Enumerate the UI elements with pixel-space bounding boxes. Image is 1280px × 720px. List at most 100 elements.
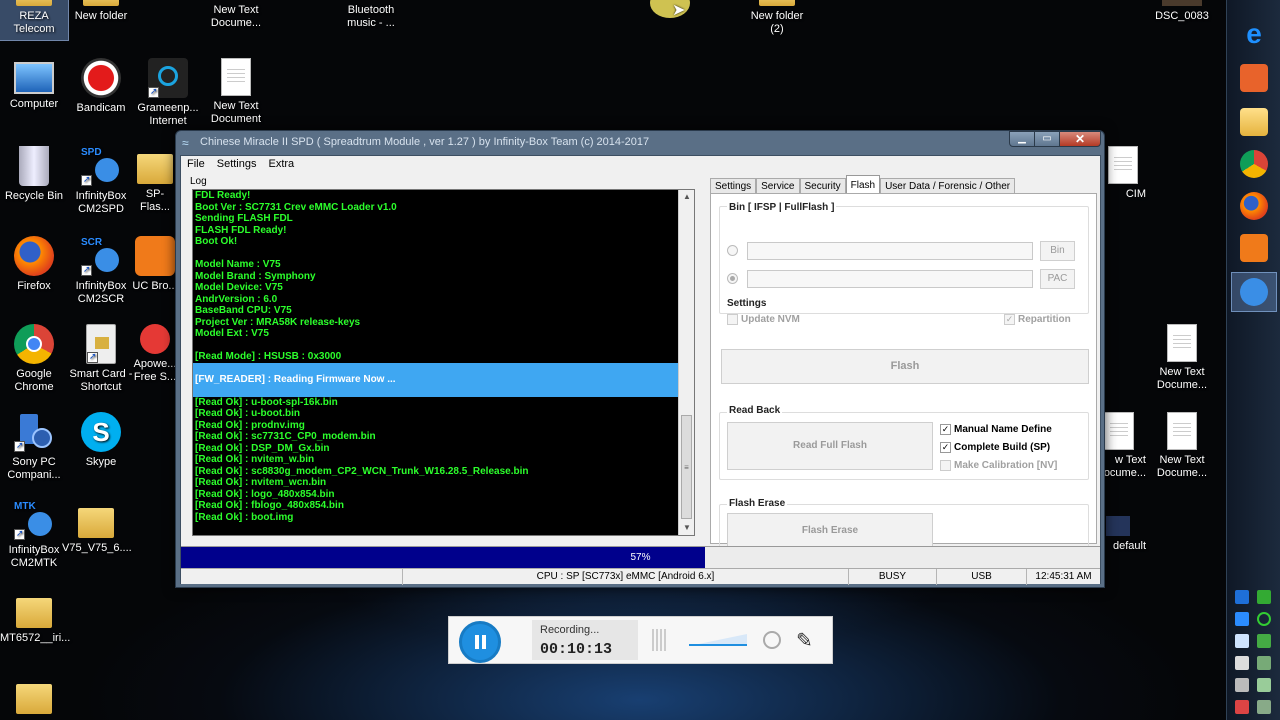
title-bar[interactable]: ≈ Chinese Miracle II SPD ( Spreadtrum Mo… — [176, 131, 1104, 155]
desktop-icon-new-text-r1[interactable]: New Text Docume... — [1148, 324, 1216, 392]
manual-name-checkbox[interactable]: ✓ — [940, 424, 951, 435]
desktop-icon-reza-telecom[interactable]: REZA Telecom — [0, 0, 69, 41]
bin-button[interactable]: Bin — [1040, 241, 1075, 261]
desktop-icon-recycle-bin[interactable]: Recycle Bin — [0, 146, 68, 203]
log-panel[interactable]: FDL Ready! Boot Ver : SC7731 Crev eMMC Lo… — [192, 189, 695, 536]
read-full-flash-button[interactable]: Read Full Flash — [727, 422, 933, 470]
folder-icon — [78, 508, 114, 538]
pause-button[interactable] — [459, 621, 501, 663]
taskbar-uc-browser[interactable] — [1231, 228, 1277, 268]
desktop-icon-infinitybox-cm2mtk[interactable]: MTK InfinityBox CM2MTK — [0, 500, 68, 570]
desktop-icon-sp-flash[interactable]: SP-Flas... — [131, 146, 179, 214]
minimize-button[interactable]: ▁ — [1009, 131, 1035, 147]
pac-button[interactable]: PAC — [1040, 269, 1075, 289]
log-line: AndrVersion : 6.0 — [195, 293, 278, 305]
desktop-icon-uc-browser[interactable]: UC Bro... — [131, 236, 179, 293]
desktop-icon-bandicam[interactable]: Bandicam — [67, 58, 135, 115]
skype-icon: S — [81, 412, 121, 452]
maximize-button[interactable]: ▭ — [1034, 131, 1060, 147]
tray-security-icon[interactable] — [1257, 656, 1271, 670]
pen-icon[interactable]: ✎ — [796, 628, 813, 653]
pac-path-field[interactable] — [747, 270, 1033, 288]
tray-misc-icon[interactable] — [1257, 700, 1271, 714]
tray-recorder-icon[interactable] — [1257, 612, 1271, 626]
status-time: 12:45:31 AM — [1035, 571, 1092, 582]
drag-handle-icon[interactable] — [652, 629, 668, 651]
taskbar-chrome[interactable] — [1231, 144, 1277, 184]
desktop-icon-label: Recycle Bin — [4, 190, 64, 202]
scroll-down-arrow-icon[interactable]: ▼ — [679, 521, 694, 535]
taskbar-media-player[interactable] — [1231, 58, 1277, 98]
mtk-badge: MTK — [14, 501, 36, 512]
desktop-icon-mt6572[interactable]: MT6572__iri... — [0, 590, 70, 645]
desktop-icon-skype[interactable]: S Skype — [67, 412, 135, 469]
text-document-icon — [1104, 412, 1134, 450]
desktop-icon-infinitybox-cm2scr[interactable]: SCR InfinityBox CM2SCR — [67, 236, 135, 306]
tab-settings[interactable]: Settings — [710, 178, 757, 194]
bin-radio[interactable] — [727, 245, 738, 256]
desktop-icon-sony-pc-companion[interactable]: Sony PC Compani... — [0, 412, 68, 482]
tray-onedrive-icon[interactable] — [1235, 634, 1249, 648]
tab-user-data[interactable]: User Data / Forensic / Other — [880, 178, 1016, 194]
desktop-icon-infinitybox-cm2spd[interactable]: SPD InfinityBox CM2SPD — [67, 146, 135, 216]
tray-volume-icon[interactable] — [1235, 678, 1249, 692]
flash-button[interactable]: Flash — [721, 349, 1089, 384]
tab-service[interactable]: Service — [756, 178, 800, 194]
desktop-icon-label: Skype — [85, 456, 117, 468]
desktop-icon-bluetooth-music[interactable]: Bluetooth music - ... — [337, 4, 405, 30]
tray-sync-icon[interactable] — [1257, 634, 1271, 648]
desktop-icon-smart-card[interactable]: Smart Card - Shortcut — [67, 324, 135, 394]
menu-settings[interactable]: Settings — [217, 158, 257, 172]
menu-bar: File Settings Extra — [181, 156, 1100, 172]
complete-build-checkbox[interactable]: ✓ — [940, 442, 951, 453]
text-document-icon — [1108, 146, 1138, 184]
chrome-icon — [14, 324, 54, 364]
desktop-icon-new-text-r3[interactable]: New Text Docume... — [1148, 412, 1216, 480]
desktop-icon-grameenphone[interactable]: Grameenp... Internet — [134, 58, 202, 128]
desktop-icon-folder-bottom[interactable] — [0, 676, 68, 718]
log-line: Model Device: V75 — [195, 282, 283, 293]
tray-battery-icon[interactable] — [1257, 678, 1271, 692]
desktop-icon-label: Google Chrome — [14, 368, 54, 393]
desktop-icon-new-text-document[interactable]: New Text Docume... — [202, 4, 270, 30]
desktop-icon-google-chrome[interactable]: Google Chrome — [0, 324, 68, 394]
desktop-icon-label: Computer — [9, 98, 59, 110]
desktop-icon-firefox[interactable]: Firefox — [0, 236, 68, 293]
update-nvm-checkbox[interactable] — [727, 314, 738, 325]
log-scrollbar[interactable]: ▲ ≡ ▼ — [678, 190, 694, 535]
folder-icon — [1240, 108, 1268, 136]
tray-flag-icon[interactable] — [1235, 656, 1249, 670]
make-calibration-checkbox[interactable] — [940, 460, 951, 471]
text-document-icon — [1167, 412, 1197, 450]
webcam-icon[interactable] — [763, 631, 781, 649]
volume-meter[interactable] — [689, 633, 749, 647]
scroll-up-arrow-icon[interactable]: ▲ — [679, 190, 694, 204]
menu-file[interactable]: File — [187, 158, 205, 172]
taskbar-internet-explorer[interactable]: e — [1231, 14, 1277, 54]
bin-path-field[interactable] — [747, 242, 1033, 260]
repartition-checkbox[interactable]: ✓ — [1004, 314, 1015, 325]
pac-radio[interactable] — [727, 273, 738, 284]
taskbar-infinitybox[interactable] — [1231, 272, 1277, 312]
desktop-icon-v75-folder[interactable]: V75_V75_6.... — [62, 500, 132, 555]
tray-app-icon[interactable] — [1235, 612, 1249, 626]
taskbar-firefox[interactable] — [1231, 186, 1277, 226]
scroll-thumb[interactable]: ≡ — [681, 415, 692, 519]
desktop-icon-dsc-0083[interactable]: DSC_0083 — [1148, 0, 1216, 23]
taskbar-file-explorer[interactable] — [1231, 102, 1277, 142]
flash-erase-button[interactable]: Flash Erase — [727, 513, 933, 548]
folder-icon — [16, 0, 52, 6]
tray-alert-icon[interactable] — [1235, 700, 1249, 714]
desktop-icon-new-folder-2[interactable]: New folder (2) — [743, 0, 811, 36]
desktop-icon-apowersoft[interactable]: Apowe... Free S... — [131, 324, 179, 384]
tray-network-icon[interactable] — [1257, 590, 1271, 604]
tray-bluetooth-icon[interactable] — [1235, 590, 1249, 604]
desktop-icon-new-text-document-2[interactable]: New Text Document — [202, 58, 270, 126]
shortcut-arrow-icon — [81, 173, 92, 186]
tab-flash[interactable]: Flash — [845, 175, 881, 194]
tab-security[interactable]: Security — [799, 178, 846, 194]
desktop-icon-computer[interactable]: Computer — [0, 58, 68, 111]
menu-extra[interactable]: Extra — [268, 158, 294, 172]
close-button[interactable]: ✕ — [1059, 131, 1101, 147]
desktop-icon-new-folder[interactable]: New folder — [67, 0, 135, 23]
